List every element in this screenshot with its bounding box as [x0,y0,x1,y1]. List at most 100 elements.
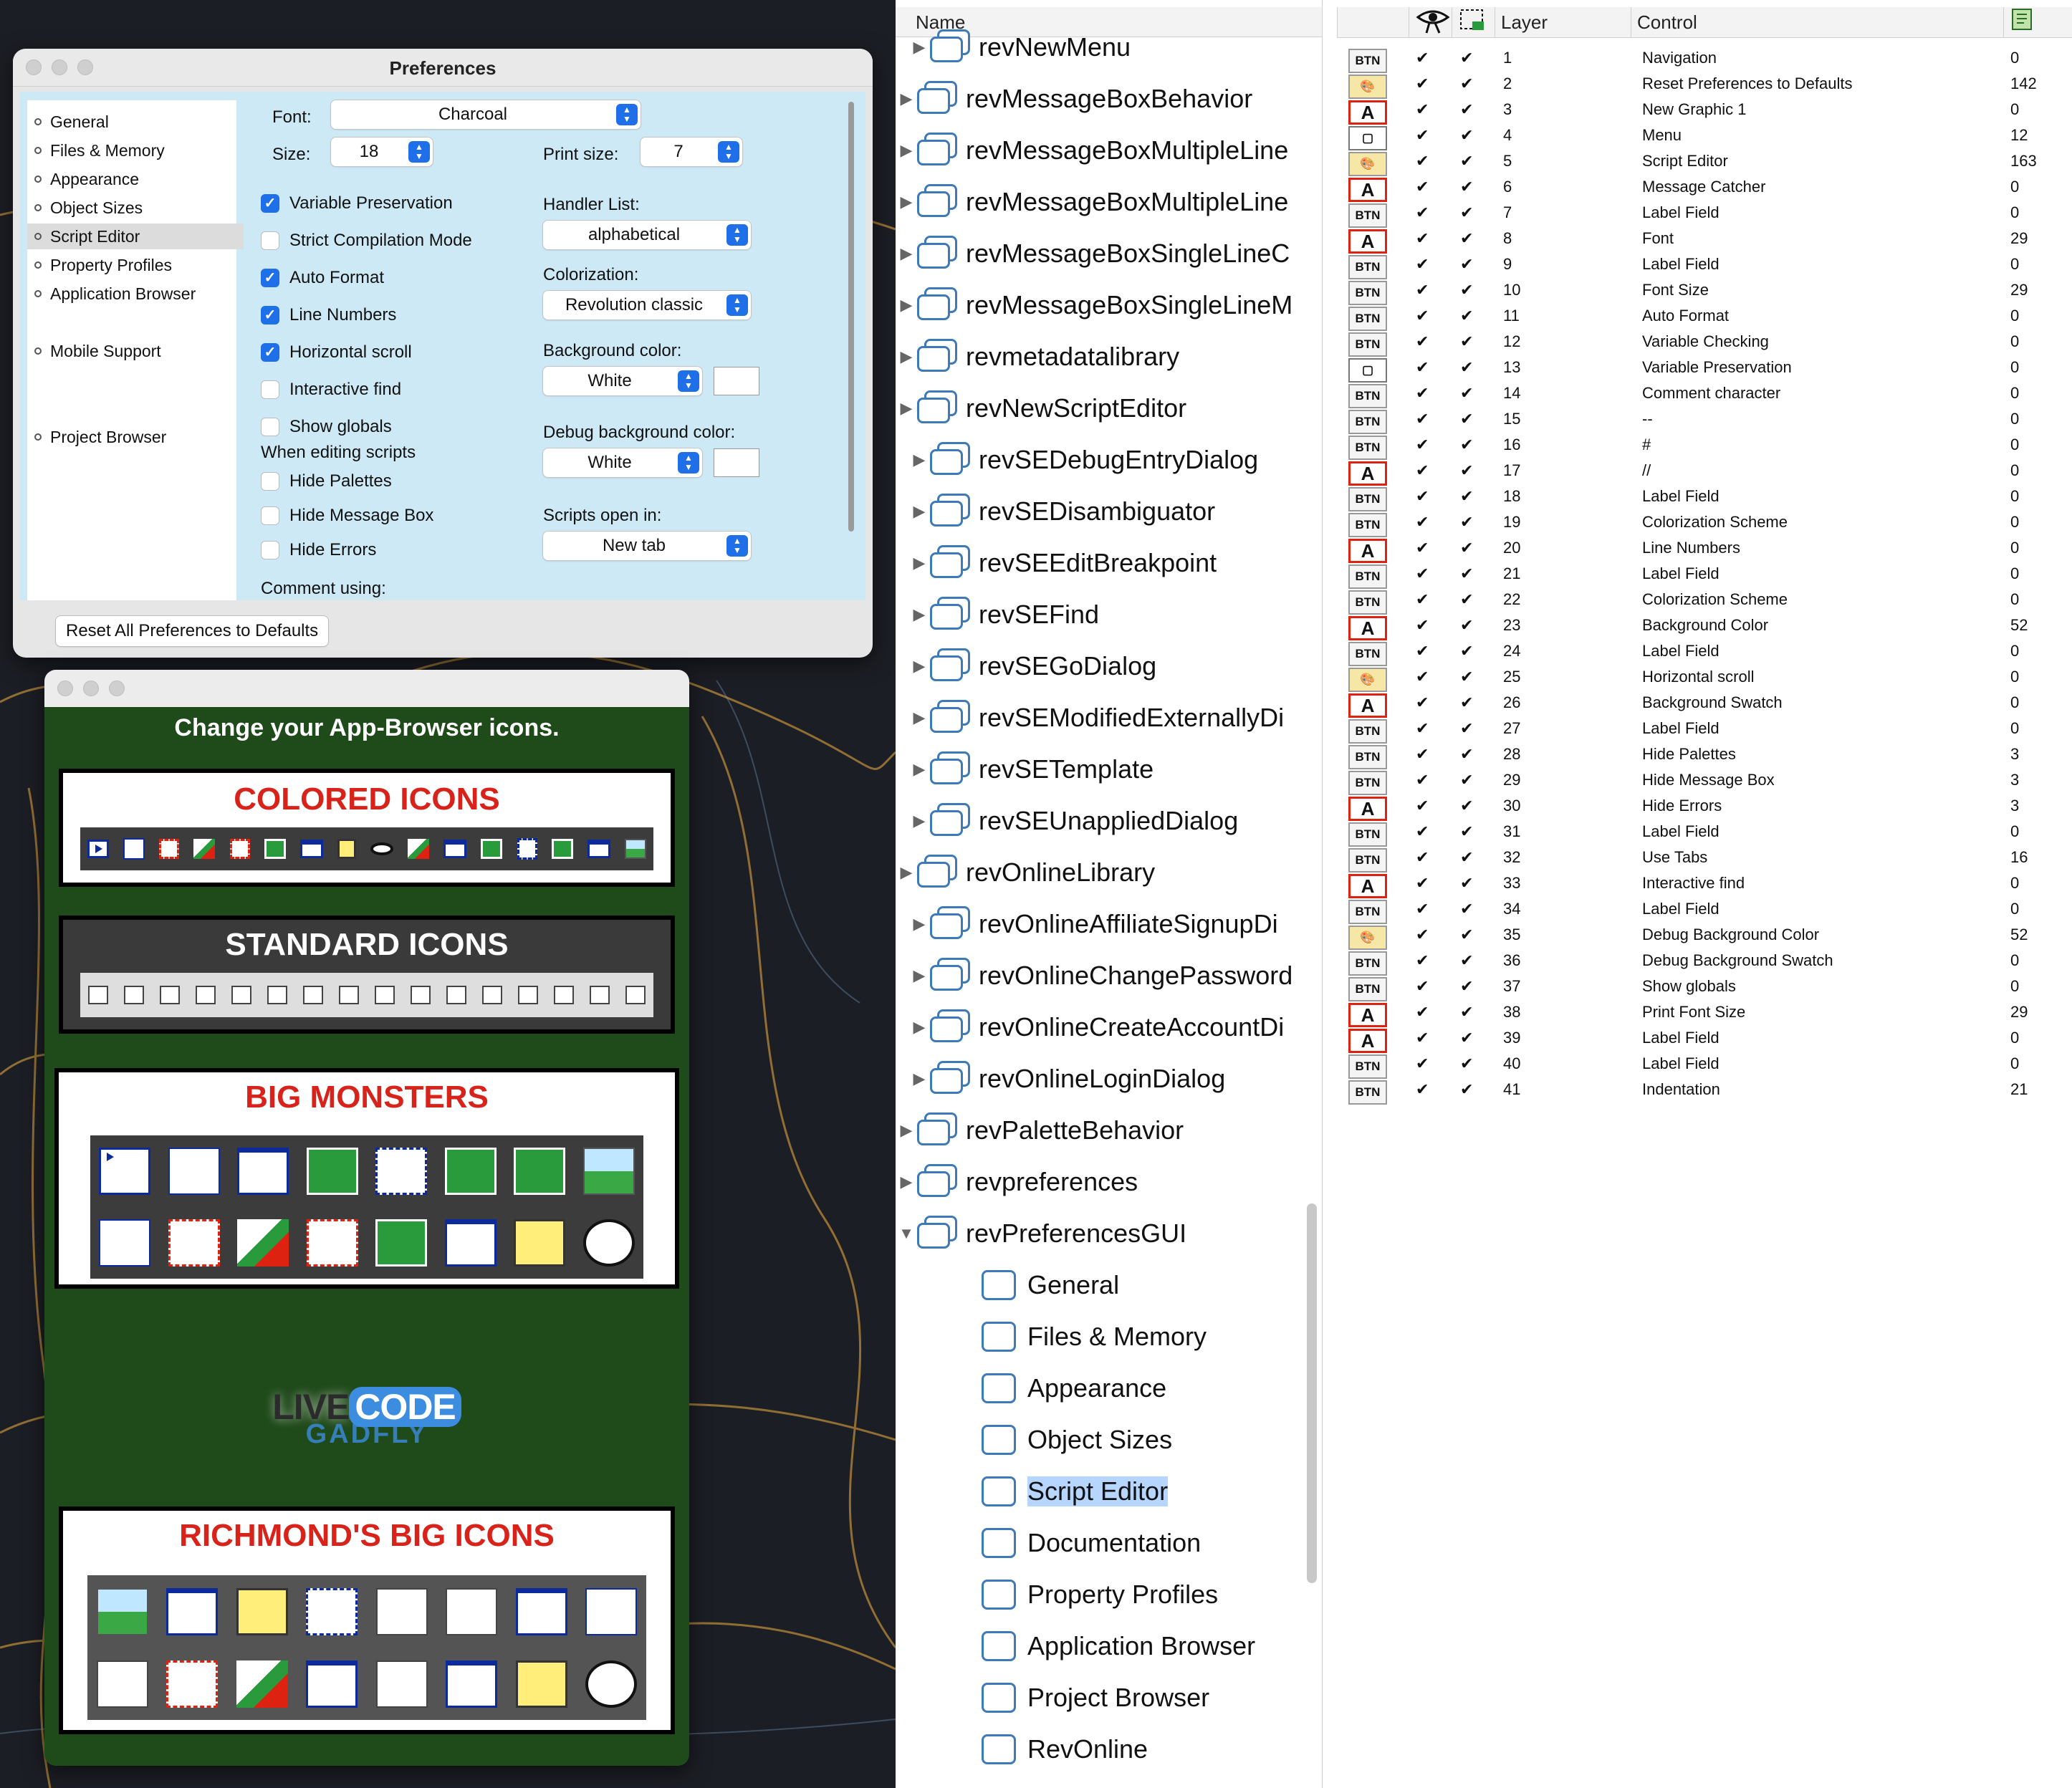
control-row[interactable]: BTN ✔ ✔ 29 Hide Message Box 3 [1323,768,2072,795]
scripts-open-select[interactable]: New tab ▲ ▼ [543,532,751,560]
print-size-select[interactable]: 7 ▲ ▼ [641,138,742,166]
control-row[interactable]: BTN ✔ ✔ 32 Use Tabs 16 [1323,845,2072,873]
selectable-checkmark-icon[interactable]: ✔ [1460,255,1473,274]
tree-row[interactable]: ▶ revOnlineLibrary [896,847,1304,898]
field-icon[interactable] [123,838,145,860]
control-row[interactable]: BTN ✔ ✔ 12 Variable Checking 0 [1323,330,2072,357]
control-row[interactable]: BTN ✔ ✔ 31 Label Field 0 [1323,820,2072,847]
tree-row[interactable]: ▶ revSEDisambiguator [896,486,1317,537]
visible-checkmark-icon[interactable]: ✔ [1416,461,1429,480]
selectable-checkmark-icon[interactable]: ✔ [1460,487,1473,506]
script-column-header[interactable] [2003,7,2072,37]
picture-icon[interactable] [96,1587,148,1635]
selectable-checkmark-icon[interactable]: ✔ [1460,900,1473,918]
text-icon[interactable] [168,1148,220,1195]
button-icon[interactable] [96,1660,148,1708]
checkbox-hide-palettes[interactable]: Hide Palettes [261,471,392,491]
visible-checkmark-icon[interactable]: ✔ [1416,797,1429,815]
visible-checkmark-icon[interactable]: ✔ [1416,1003,1429,1022]
tree-row[interactable]: ▶ revSEEditBreakpoint [896,537,1317,589]
player-icon[interactable] [99,1148,151,1195]
control-row[interactable]: BTN ✔ ✔ 41 Indentation 21 [1323,1077,2072,1105]
visible-checkmark-icon[interactable]: ✔ [1416,332,1429,351]
control-row[interactable]: BTN ✔ ✔ 37 Show globals 0 [1323,974,2072,1001]
tree-row[interactable]: ▶ revMessageBoxMultipleLine [896,125,1304,176]
visible-checkmark-icon[interactable]: ✔ [1416,951,1429,970]
nav-item-object-sizes[interactable]: Object Sizes [34,195,150,221]
debug-background-swatch[interactable] [714,448,759,477]
lock-icon[interactable] [337,839,356,859]
control-row[interactable]: BTN ✔ ✔ 28 Hide Palettes 3 [1323,742,2072,769]
visible-checkmark-icon[interactable]: ✔ [1416,152,1429,170]
control-row[interactable]: BTN ✔ ✔ 27 Label Field 0 [1323,716,2072,744]
checkbox-hide-message-box[interactable]: Hide Message Box [261,506,433,526]
disclosure-closed-icon[interactable]: ▶ [908,812,930,830]
control-row[interactable]: A ✔ ✔ 39 Label Field 0 [1323,1026,2072,1053]
video-icon[interactable] [375,986,395,1004]
filmstrip-icon[interactable] [306,1587,358,1635]
layer-column-header[interactable]: Layer [1495,7,1631,37]
scrollbar-thumb[interactable] [848,102,854,532]
nav-item-project-browser[interactable]: Project Browser [34,424,173,450]
visible-checkmark-icon[interactable]: ✔ [1416,74,1429,93]
audio-icon[interactable] [375,1660,428,1708]
tree-row[interactable]: RevOnline [896,1724,1390,1775]
tree-row[interactable]: ▶ revmetadatalibrary [896,331,1304,383]
stack-icon[interactable] [166,1587,219,1635]
card-icon[interactable] [515,1587,567,1635]
visible-checkmark-icon[interactable]: ✔ [1416,178,1429,196]
visible-checkmark-icon[interactable]: ✔ [1416,822,1429,841]
window-icon[interactable] [554,986,574,1004]
control-row[interactable]: BTN ✔ ✔ 36 Debug Background Swatch 0 [1323,948,2072,976]
tree-row[interactable]: ▶ revSEFind [896,589,1317,640]
tree-row[interactable]: Files & Memory [896,1311,1390,1362]
selectable-checkmark-icon[interactable]: ✔ [1460,152,1473,170]
stack-icon[interactable] [237,1148,289,1195]
disclosure-closed-icon[interactable]: ▶ [896,193,917,211]
disclosure-closed-icon[interactable]: ▶ [896,1121,917,1140]
nav-item-script-editor[interactable]: Script Editor [27,224,244,249]
visible-checkmark-icon[interactable]: ✔ [1416,668,1429,686]
disclosure-closed-icon[interactable]: ▶ [896,399,917,418]
graphic-icon[interactable] [306,1219,358,1266]
image-icon[interactable] [237,1219,289,1266]
selectable-checkmark-icon[interactable]: ✔ [1460,951,1473,970]
control-row[interactable]: A ✔ ✔ 26 Background Swatch 0 [1323,691,2072,718]
graphic-icon[interactable] [306,1660,358,1708]
visible-checkmark-icon[interactable]: ✔ [1416,590,1429,609]
visible-checkmark-icon[interactable]: ✔ [1416,926,1429,944]
visible-checkmark-icon[interactable]: ✔ [1416,719,1429,738]
disclosure-closed-icon[interactable]: ▶ [896,244,917,263]
picture-icon[interactable] [582,1148,635,1195]
package-icon[interactable] [236,1587,288,1635]
graphic-icon[interactable] [229,839,250,859]
locked-column-header[interactable] [1452,7,1495,37]
disclosure-open-icon[interactable]: ▼ [896,1224,917,1243]
selectable-checkmark-icon[interactable]: ✔ [1460,642,1473,660]
nav-item-property-profiles[interactable]: Property Profiles [34,252,179,278]
visible-checkmark-icon[interactable]: ✔ [1416,229,1429,248]
visible-checkmark-icon[interactable]: ✔ [1416,642,1429,660]
visible-checkmark-icon[interactable]: ✔ [1416,539,1429,557]
visible-checkmark-icon[interactable]: ✔ [1416,1054,1429,1073]
control-row[interactable]: 🎨 ✔ ✔ 25 Horizontal scroll 0 [1323,665,2072,692]
selectable-checkmark-icon[interactable]: ✔ [1460,1054,1473,1073]
scrollbar-icon[interactable] [551,839,573,859]
selectable-checkmark-icon[interactable]: ✔ [1460,74,1473,93]
tree-row[interactable]: ▶ revOnlineChangePassword [896,950,1317,1001]
visible-checkmark-icon[interactable]: ✔ [1416,900,1429,918]
disclosure-closed-icon[interactable]: ▶ [908,966,930,985]
visible-checkmark-icon[interactable]: ✔ [1416,384,1429,403]
visible-checkmark-icon[interactable]: ✔ [1416,281,1429,299]
field-icon[interactable] [585,1587,638,1635]
player-icon[interactable] [87,840,110,858]
visible-checkmark-icon[interactable]: ✔ [1416,358,1429,377]
stack-icon[interactable] [446,986,466,1004]
tree-row[interactable]: ▶ revNewMenu [896,21,1317,73]
disclosure-closed-icon[interactable]: ▶ [908,38,930,57]
standard-icons-panel[interactable]: STANDARD ICONS [59,915,675,1034]
selectable-checkmark-icon[interactable]: ✔ [1460,590,1473,609]
control-row[interactable]: BTN ✔ ✔ 9 Label Field 0 [1323,252,2072,279]
tree-row[interactable]: ▶ revSEDebugEntryDialog [896,434,1317,486]
tree-row[interactable]: Script Editor [896,1466,1390,1517]
